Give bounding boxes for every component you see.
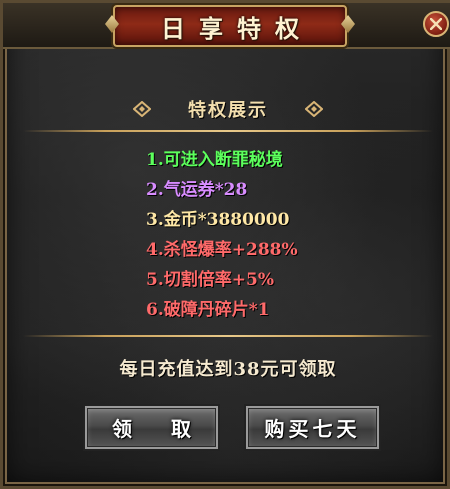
header-bar: 日享特权 (3, 3, 450, 49)
bottom-divider (23, 335, 433, 337)
perk-item: 2.气运券*28 (146, 180, 248, 200)
close-icon (430, 18, 442, 30)
diamond-ornament-icon (305, 101, 323, 117)
section-title: 特权展示 (188, 100, 268, 121)
perk-item: 6.破障丹碎片*1 (146, 300, 270, 320)
close-button[interactable] (423, 11, 449, 37)
title-plate: 日享特权 (113, 5, 347, 47)
top-divider (23, 130, 433, 132)
perk-item: 3.金币*3880000 (146, 210, 290, 230)
window-title: 日享特权 (161, 13, 313, 43)
buy-seven-days-button[interactable]: 购买七天 (246, 406, 379, 449)
diamond-ornament-icon (133, 101, 151, 117)
perk-item: 1.可进入断罪秘境 (146, 150, 283, 170)
perk-item: 5.切割倍率+5% (146, 270, 274, 290)
perk-item: 4.杀怪爆率+288% (146, 240, 298, 260)
daily-requirement-text: 每日充值达到38元可领取 (119, 359, 337, 380)
section-header: 特权展示 (133, 95, 323, 123)
daily-privilege-panel: 日享特权 特权展示 1.可进入断罪秘境 2.气运券*28 3.金币*388000… (0, 0, 450, 489)
claim-button[interactable]: 领 取 (85, 406, 218, 449)
perk-list: 1.可进入断罪秘境 2.气运券*28 3.金币*3880000 4.杀怪爆率+2… (146, 145, 406, 325)
